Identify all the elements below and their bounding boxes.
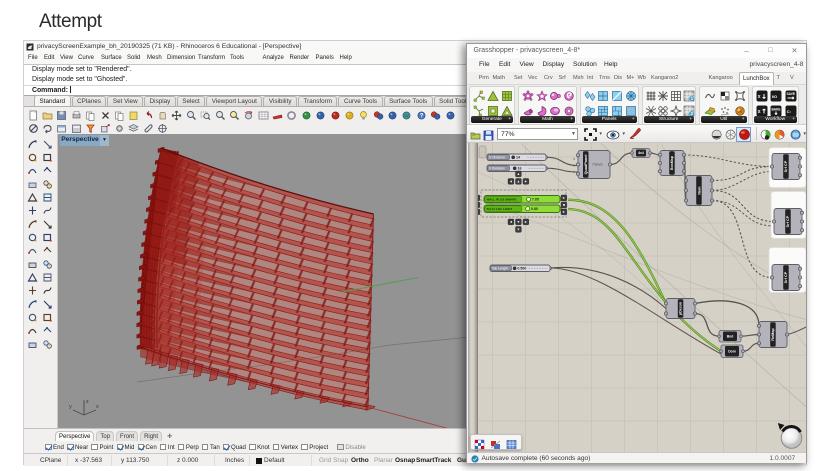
svg-text:x: x	[757, 94, 760, 100]
svg-text:▲: ▲	[517, 172, 521, 176]
svg-text:Srf CP: Srf CP	[786, 215, 790, 227]
svg-text:▼: ▼	[517, 220, 521, 224]
svg-text:Srf CP: Srf CP	[784, 160, 788, 172]
svg-text:0.500: 0.500	[517, 266, 526, 270]
svg-text:►: ►	[562, 196, 566, 200]
svg-text:SH 11 LSC LIGHT: SH 11 LSC LIGHT	[487, 206, 513, 210]
svg-text:◄: ◄	[478, 210, 479, 214]
svg-text:SAVE: SAVE	[786, 92, 794, 96]
svg-text:▼: ▼	[517, 227, 521, 231]
svg-text:WALL PLUS SWAPS: WALL PLUS SWAPS	[487, 197, 517, 201]
svg-text:Item: Item	[697, 185, 702, 194]
svg-text:Panels: Panels	[593, 162, 603, 166]
svg-text:7.05: 7.05	[532, 197, 539, 201]
svg-text:Bnd: Bnd	[727, 334, 734, 338]
svg-text:Tab Length: Tab Length	[492, 266, 508, 270]
svg-text:16: 16	[518, 166, 522, 170]
svg-text:x: x	[757, 109, 760, 115]
svg-text:U: U	[573, 163, 575, 167]
svg-text:I/O: I/O	[772, 94, 777, 99]
svg-text:►: ►	[524, 220, 528, 224]
svg-text:►: ►	[524, 179, 528, 183]
svg-text:0.80: 0.80	[531, 206, 538, 210]
svg-text:■: ■	[563, 203, 565, 207]
svg-text:y: y	[69, 404, 72, 410]
svg-text:◄: ◄	[509, 179, 513, 183]
svg-text:z: z	[86, 399, 89, 405]
svg-text:►: ►	[562, 210, 566, 214]
svg-text:◄: ◄	[478, 196, 479, 200]
svg-text:pDecon: pDecon	[679, 301, 683, 314]
svg-text:BAKE: BAKE	[772, 107, 781, 111]
svg-text:?: ?	[420, 114, 424, 120]
svg-text:x: x	[96, 404, 99, 410]
svg-text:V Divisions: V Divisions	[489, 166, 505, 170]
svg-text:BoxMap: BoxMap	[670, 155, 674, 170]
svg-text:Srf CP: Srf CP	[784, 271, 788, 283]
svg-text:4x4: 4x4	[638, 151, 644, 155]
svg-text:◄: ◄	[509, 220, 513, 224]
svg-text:QuadPanel: QuadPanel	[584, 154, 588, 174]
svg-text:S: S	[573, 157, 575, 161]
svg-text:C:: C:	[786, 109, 790, 114]
svg-text:14: 14	[516, 155, 520, 159]
svg-text:▲: ▲	[517, 179, 521, 183]
svg-text:U Divisions: U Divisions	[489, 155, 505, 159]
svg-text:V: V	[573, 170, 575, 174]
svg-text:Dom: Dom	[728, 349, 736, 353]
svg-text:ReMap: ReMap	[771, 327, 775, 340]
